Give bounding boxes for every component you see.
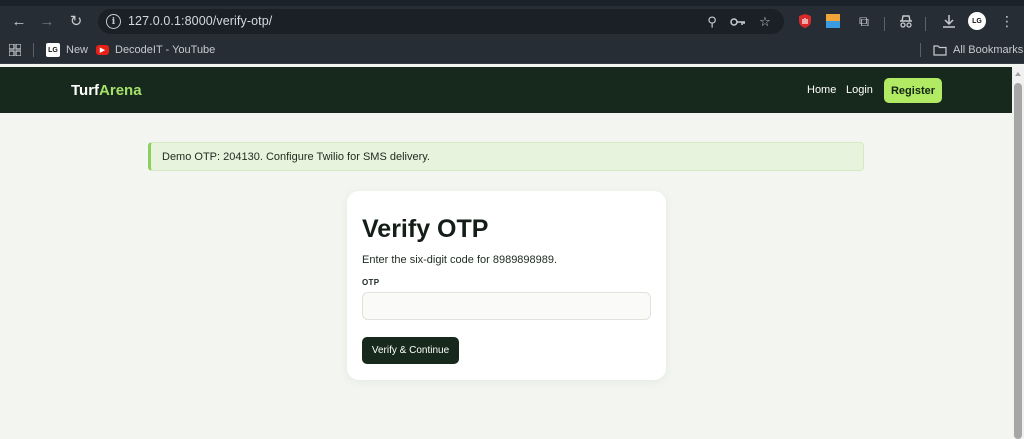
address-bar[interactable]: i 127.0.0.1:8000/verify-otp/ ⚲ ☆ (98, 9, 784, 34)
apps-grid-icon[interactable] (9, 42, 21, 58)
site-info-icon[interactable]: i (106, 14, 121, 29)
scroll-up-arrow-icon[interactable] (1015, 72, 1021, 76)
page-title: Verify OTP (362, 215, 489, 243)
profile-avatar[interactable]: LG (968, 12, 986, 30)
nav-home-link[interactable]: Home (807, 84, 836, 96)
password-key-icon[interactable] (728, 12, 748, 32)
extension-shield-icon[interactable] (796, 12, 814, 30)
browser-menu-icon[interactable]: ⋮ (998, 12, 1016, 30)
bookmark-label: DecodeIT - YouTube (115, 44, 216, 56)
page-scrollbar[interactable] (1012, 67, 1024, 439)
youtube-icon: ▶ (96, 45, 109, 55)
download-icon[interactable] (940, 12, 958, 30)
browser-toolbar: ← → ↻ i 127.0.0.1:8000/verify-otp/ ⚲ ☆ ⧉… (0, 6, 1024, 36)
register-button[interactable]: Register (884, 78, 942, 103)
bookmarks-divider (33, 43, 34, 57)
bookmark-label: New (66, 44, 89, 56)
address-url[interactable]: 127.0.0.1:8000/verify-otp/ (128, 14, 272, 28)
otp-field-label: OTP (362, 278, 380, 287)
otp-alert: Demo OTP: 204130. Configure Twilio for S… (148, 142, 864, 171)
brand-name-part2: Arena (99, 82, 142, 99)
brand-name-part1: Turf (71, 82, 100, 99)
incognito-icon[interactable] (897, 12, 915, 30)
verify-otp-card: Verify OTP Enter the six-digit code for … (347, 191, 666, 380)
nav-login-link[interactable]: Login (846, 84, 873, 96)
site-header: TurfArena Home Login Register (0, 67, 1012, 113)
site-logo[interactable]: TurfArena (71, 82, 142, 99)
bookmark-youtube[interactable]: ▶ DecodeIT - YouTube (96, 42, 215, 58)
forward-icon[interactable]: → (36, 10, 58, 32)
extensions-puzzle-icon[interactable]: ⧉ (855, 12, 873, 30)
bookmark-new[interactable]: LG New (46, 42, 88, 58)
verify-description: Enter the six-digit code for 8989898989. (362, 254, 558, 266)
bookmark-favicon-icon: LG (46, 43, 60, 57)
alert-message: Demo OTP: 204130. Configure Twilio for S… (162, 150, 430, 163)
bookmark-star-icon[interactable]: ☆ (755, 12, 775, 32)
all-bookmarks-label: All Bookmarks (953, 44, 1024, 56)
reload-icon[interactable]: ↻ (65, 10, 87, 32)
extension-tile-icon[interactable] (824, 12, 842, 30)
toolbar-divider (884, 17, 885, 31)
all-bookmarks[interactable]: All Bookmarks (933, 42, 1023, 58)
scrollbar-thumb[interactable] (1014, 83, 1022, 439)
otp-input[interactable] (362, 292, 651, 320)
zoom-icon[interactable]: ⚲ (702, 12, 722, 32)
folder-icon (933, 44, 947, 56)
verify-continue-button[interactable]: Verify & Continue (362, 337, 459, 364)
back-icon[interactable]: ← (8, 10, 30, 32)
bookmarks-bar: LG New ▶ DecodeIT - YouTube All Bookmark… (0, 36, 1024, 64)
toolbar-divider (925, 17, 926, 31)
bookmarks-divider (920, 43, 921, 57)
page-viewport: TurfArena Home Login Register Demo OTP: … (0, 67, 1012, 439)
